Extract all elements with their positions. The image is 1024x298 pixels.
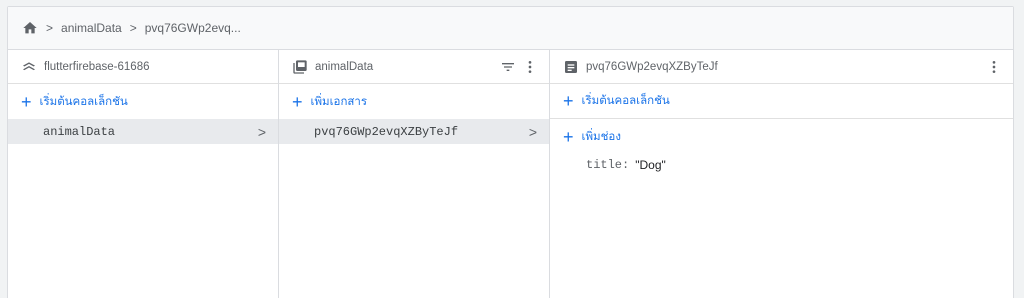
breadcrumb-item-collection[interactable]: animalData	[61, 21, 122, 35]
add-field-button[interactable]: + เพิ่มช่อง	[550, 119, 1013, 154]
start-collection-button[interactable]: + เริ่มต้นคอลเล็กชัน	[8, 84, 278, 119]
field-separator: :	[622, 158, 630, 172]
collection-list-item[interactable]: animalData >	[8, 119, 278, 144]
filter-icon[interactable]	[499, 58, 517, 76]
start-collection-label: เริ่มต้นคอลเล็กชัน	[39, 95, 128, 108]
document-column-header: pvq76GWp2evqXZByTeJf	[550, 50, 1013, 84]
plus-icon: +	[21, 91, 32, 112]
field-value: "Dog"	[635, 158, 666, 172]
document-column: pvq76GWp2evqXZByTeJf + เริ่มต้นคอลเล็กชั…	[550, 50, 1013, 298]
data-columns: flutterfirebase-61686 + เริ่มต้นคอลเล็กช…	[8, 50, 1013, 298]
document-list-item[interactable]: pvq76GWp2evqXZByTeJf >	[279, 119, 549, 144]
firestore-data-panel: > animalData > pvq76GWp2evq... flutterfi…	[7, 6, 1014, 298]
project-column: flutterfirebase-61686 + เริ่มต้นคอลเล็กช…	[8, 50, 279, 298]
chevron-right-icon: >	[528, 123, 537, 140]
document-icon	[563, 59, 579, 75]
add-document-label: เพิ่มเอกสาร	[310, 95, 368, 108]
plus-icon: +	[292, 91, 303, 112]
collection-title: animalData	[315, 60, 374, 73]
start-subcollection-label: เริ่มต้นคอลเล็กชัน	[581, 95, 670, 107]
start-subcollection-button[interactable]: + เริ่มต้นคอลเล็กชัน	[550, 84, 1013, 119]
firestore-project-icon	[21, 59, 37, 75]
chevron-right-icon: >	[257, 123, 266, 140]
document-field[interactable]: title: "Dog"	[550, 158, 1013, 172]
collection-column-header: animalData	[279, 50, 549, 84]
project-column-header: flutterfirebase-61686	[8, 50, 278, 84]
breadcrumb: > animalData > pvq76GWp2evq...	[8, 7, 1013, 50]
collection-column: animalData + เพิ่มเอกสาร pvq76GWp2evqXZB…	[279, 50, 550, 298]
collection-icon	[292, 59, 308, 75]
home-icon[interactable]	[22, 20, 38, 36]
add-field-label: เพิ่มช่อง	[581, 130, 621, 143]
add-document-button[interactable]: + เพิ่มเอกสาร	[279, 84, 549, 119]
plus-icon: +	[563, 126, 574, 147]
more-vert-icon[interactable]	[521, 58, 539, 76]
collection-name: animalData	[43, 124, 116, 139]
plus-icon: +	[563, 91, 574, 111]
breadcrumb-item-document[interactable]: pvq76GWp2evq...	[145, 21, 241, 35]
document-id: pvq76GWp2evqXZByTeJf	[314, 124, 459, 139]
breadcrumb-separator: >	[129, 21, 137, 35]
field-key: title	[586, 158, 623, 172]
document-title: pvq76GWp2evqXZByTeJf	[586, 60, 718, 73]
breadcrumb-separator: >	[46, 21, 54, 35]
more-vert-icon[interactable]	[985, 58, 1003, 76]
project-title: flutterfirebase-61686	[44, 60, 150, 73]
